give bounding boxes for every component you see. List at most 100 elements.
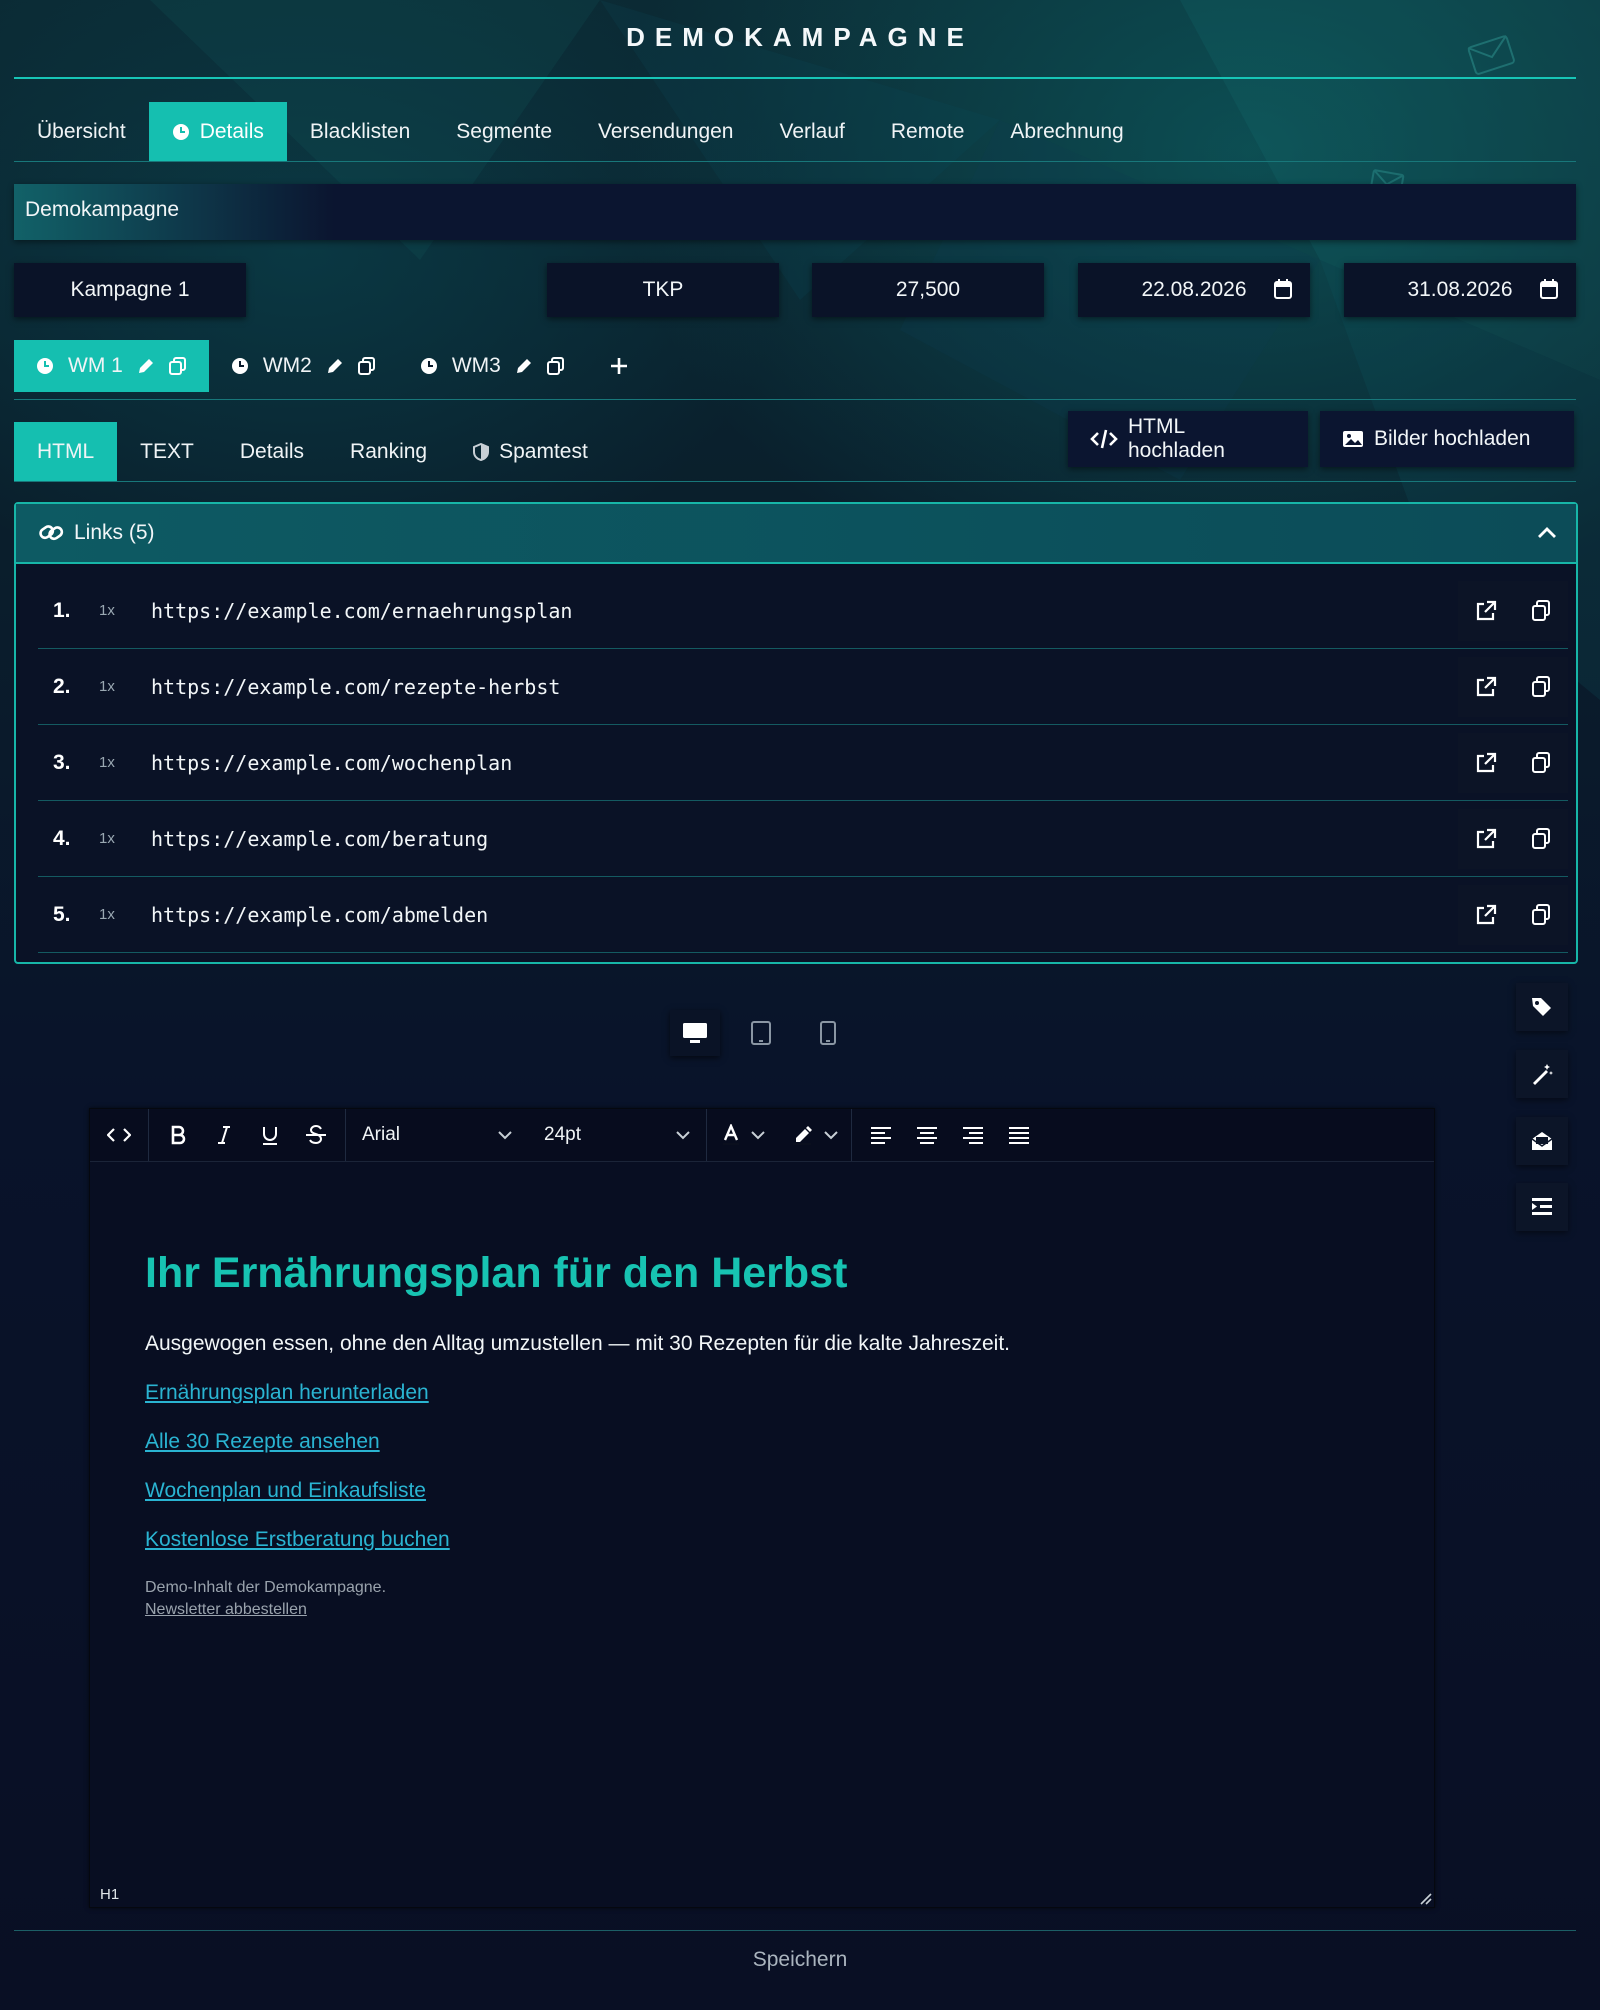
tab-text[interactable]: TEXT [117,422,217,482]
editor-status-path: H1 [100,1886,120,1903]
link-row: 1. 1x https://example.com/ernaehrungsplan [38,573,1568,649]
external-link-icon[interactable] [1475,676,1497,698]
calendar-icon[interactable] [1274,279,1292,299]
tab-details-content[interactable]: Details [217,422,327,482]
link-url[interactable]: https://example.com/wochenplan [151,751,1458,775]
editor-content[interactable]: Ihr Ernährungsplan für den Herbst Ausgew… [145,1249,1395,1619]
campaign-label-value: Kampagne 1 [70,278,190,301]
copy-icon[interactable] [1531,903,1551,926]
pencil-icon[interactable] [137,357,155,375]
align-center-button[interactable] [904,1109,950,1161]
tab-label: Blacklisten [309,120,411,143]
mobile-icon [820,1021,836,1045]
email-link[interactable]: Alle 30 Rezepte ansehen [145,1430,1395,1454]
external-link-icon[interactable] [1475,752,1497,774]
strikethrough-button[interactable] [293,1109,339,1161]
unsubscribe-link[interactable]: Newsletter abbestellen [145,1601,1395,1619]
email-link[interactable]: Wochenplan und Einkaufsliste [145,1479,1395,1503]
underline-button[interactable] [247,1109,293,1161]
editor-toolbar: Arial 24pt [90,1109,1434,1162]
campaign-name-value: Demokampagne [25,198,180,221]
italic-button[interactable] [201,1109,247,1161]
calendar-icon[interactable] [1540,279,1558,299]
tab-blacklisten[interactable]: Blacklisten [287,102,433,162]
page-title: DEMOKAMPAGNE [626,22,974,52]
external-link-icon[interactable] [1475,828,1497,850]
tab-verlauf[interactable]: Verlauf [757,102,868,162]
tags-button[interactable] [1516,983,1568,1031]
magic-button[interactable] [1516,1050,1568,1098]
inbox-preview-button[interactable] [1516,1117,1568,1165]
copy-icon[interactable] [1531,599,1551,622]
links-panel-header[interactable]: Links (5) [16,504,1576,564]
start-date-value: 22.08.2026 [1141,278,1247,301]
tab-html[interactable]: HTML [14,422,118,482]
clock-icon [231,357,249,375]
add-mailing-button[interactable] [587,340,651,392]
link-url[interactable]: https://example.com/rezepte-herbst [151,675,1458,699]
external-link-icon[interactable] [1475,600,1497,622]
mailing-tab-wm3[interactable]: WM3 [398,340,587,392]
bold-button[interactable] [155,1109,201,1161]
chevron-up-icon[interactable] [1536,522,1558,544]
align-justify-button[interactable] [996,1109,1042,1161]
copy-icon[interactable] [1531,675,1551,698]
copy-icon[interactable] [1531,751,1551,774]
copy-icon[interactable] [168,357,187,375]
tab-ranking[interactable]: Ranking [327,422,450,482]
tablet-icon [751,1021,771,1045]
tab-details[interactable]: Details [148,102,287,162]
tab-label: Übersicht [37,120,126,143]
tab-versendungen[interactable]: Versendungen [575,102,756,162]
tab-abrechnung[interactable]: Abrechnung [987,102,1146,162]
copy-icon[interactable] [357,357,376,375]
pencil-icon[interactable] [515,357,533,375]
toolbar-divider [148,1109,149,1161]
magic-wand-icon [1530,1062,1554,1086]
shield-icon [473,443,490,461]
html-upload-button[interactable]: HTML hochladen [1068,411,1308,467]
tabs-divider [14,161,1576,162]
resize-handle-icon[interactable] [1418,1891,1432,1905]
tablet-view-button[interactable] [736,1010,786,1056]
link-row: 5. 1x https://example.com/abmelden [38,877,1568,953]
text-color-button[interactable] [707,1109,779,1161]
email-link[interactable]: Kostenlose Erstberatung buchen [145,1528,1395,1552]
images-upload-button[interactable]: Bilder hochladen [1320,411,1574,467]
code-icon [107,1127,131,1143]
font-family-select[interactable]: Arial [346,1109,528,1161]
desktop-view-button[interactable] [670,1010,720,1056]
mailing-tab-wm2[interactable]: WM2 [209,340,398,392]
pencil-icon[interactable] [326,357,344,375]
copy-icon[interactable] [1531,827,1551,850]
source-code-button[interactable] [90,1109,148,1161]
link-number: 1. [53,598,71,622]
indent-button[interactable] [1516,1183,1568,1231]
start-date-field[interactable]: 22.08.2026 [1078,263,1310,317]
align-justify-icon [1008,1126,1030,1144]
campaign-name-field[interactable]: Demokampagne [14,184,1576,240]
tab-segmente[interactable]: Segmente [433,102,575,162]
tab-spamtest[interactable]: Spamtest [450,422,611,482]
tab-uebersicht[interactable]: Übersicht [14,102,149,162]
volume-field[interactable]: 27,500 [812,263,1044,317]
link-actions [1458,732,1568,793]
highlight-color-button[interactable] [779,1109,851,1161]
copy-icon[interactable] [546,357,565,375]
billing-type-select[interactable]: TKP [547,263,779,317]
mobile-view-button[interactable] [803,1010,853,1056]
align-left-button[interactable] [858,1109,904,1161]
end-date-field[interactable]: 31.08.2026 [1344,263,1576,317]
email-link[interactable]: Ernährungsplan herunterladen [145,1381,1395,1405]
link-actions [1458,884,1568,945]
campaign-label-field[interactable]: Kampagne 1 [14,263,246,317]
link-url[interactable]: https://example.com/ernaehrungsplan [151,599,1458,623]
link-url[interactable]: https://example.com/beratung [151,827,1458,851]
tab-remote[interactable]: Remote [868,102,988,162]
align-right-button[interactable] [950,1109,996,1161]
external-link-icon[interactable] [1475,904,1497,926]
mailing-tab-wm1[interactable]: WM 1 [14,340,209,392]
link-url[interactable]: https://example.com/abmelden [151,903,1458,927]
save-button[interactable]: Speichern [0,1948,1600,1972]
font-size-select[interactable]: 24pt [528,1109,706,1161]
